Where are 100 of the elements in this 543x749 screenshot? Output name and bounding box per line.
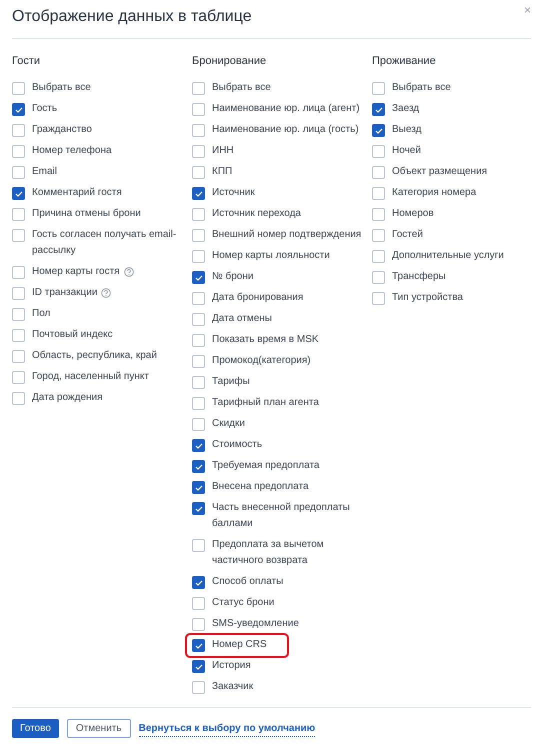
checkbox[interactable] bbox=[12, 287, 25, 300]
option-label: Наименование юр. лица (агент) bbox=[212, 102, 360, 116]
check-icon bbox=[194, 274, 202, 280]
check-icon bbox=[374, 106, 382, 112]
checkbox[interactable] bbox=[192, 539, 205, 552]
checkbox[interactable] bbox=[192, 576, 205, 589]
checkbox[interactable] bbox=[192, 597, 205, 610]
option-label: Выбрать все bbox=[392, 81, 451, 95]
reset-link[interactable]: Вернуться к выбору по умолчанию bbox=[138, 720, 316, 736]
checkbox[interactable] bbox=[12, 145, 25, 158]
option-label: Предоплата за вычетом частичного возврата bbox=[212, 538, 325, 568]
option-label: Скидки bbox=[212, 417, 245, 431]
checkbox[interactable] bbox=[372, 124, 385, 137]
option-label: Дополнительные услуги bbox=[392, 249, 504, 263]
checkbox[interactable] bbox=[372, 82, 385, 95]
option-label: Дата отмены bbox=[212, 312, 272, 326]
check-icon bbox=[194, 580, 202, 586]
done-button[interactable]: Готово bbox=[12, 719, 59, 738]
checkbox[interactable] bbox=[12, 329, 25, 342]
cancel-button[interactable]: Отменить bbox=[66, 719, 131, 738]
check-icon bbox=[194, 484, 202, 490]
option-label: Тарифный план агента bbox=[212, 396, 319, 410]
option-label: Наименование юр. лица (гость) bbox=[212, 123, 359, 137]
option-label: Дата рождения bbox=[32, 391, 103, 405]
option-label: Заезд bbox=[392, 102, 420, 116]
checkbox[interactable] bbox=[372, 187, 385, 200]
checkbox[interactable] bbox=[372, 103, 385, 116]
checkbox[interactable] bbox=[12, 124, 25, 137]
option-label: Почтовый индекс bbox=[32, 328, 113, 342]
checkbox[interactable] bbox=[12, 103, 25, 116]
option-label: ID транзакции bbox=[32, 286, 98, 300]
checkbox[interactable] bbox=[12, 187, 25, 200]
checkbox[interactable] bbox=[192, 124, 205, 137]
checkbox[interactable] bbox=[372, 250, 385, 263]
option-label: КПП bbox=[212, 165, 232, 179]
column-heading: Бронирование bbox=[192, 54, 268, 69]
checkbox[interactable] bbox=[192, 145, 205, 158]
option-label: Номер карты гостя bbox=[32, 265, 120, 279]
checkbox[interactable] bbox=[372, 271, 385, 284]
checkbox[interactable] bbox=[192, 355, 205, 368]
checkbox[interactable] bbox=[192, 397, 205, 410]
checkbox[interactable] bbox=[372, 208, 385, 221]
checkbox[interactable] bbox=[192, 313, 205, 326]
checkbox[interactable] bbox=[372, 292, 385, 305]
checkbox[interactable] bbox=[12, 266, 25, 279]
option-label: Категория номера bbox=[392, 186, 476, 200]
checkbox[interactable] bbox=[192, 208, 205, 221]
option-label: Номеров bbox=[392, 207, 434, 221]
checkbox[interactable] bbox=[192, 418, 205, 431]
option-label: Стоимость bbox=[212, 438, 262, 452]
checkbox[interactable] bbox=[192, 660, 205, 673]
option-label: Область, республика, край bbox=[32, 349, 157, 363]
checkbox[interactable] bbox=[192, 481, 205, 494]
option-label: Гость согласен получать email-рассылку bbox=[32, 228, 178, 258]
option-label: Пол bbox=[32, 307, 50, 321]
checkbox[interactable] bbox=[372, 229, 385, 242]
checkbox[interactable] bbox=[192, 229, 205, 242]
checkbox[interactable] bbox=[192, 292, 205, 305]
checkbox[interactable] bbox=[192, 334, 205, 347]
option-label: Способ оплаты bbox=[212, 575, 284, 589]
checkbox[interactable] bbox=[192, 103, 205, 116]
checkbox[interactable] bbox=[192, 618, 205, 631]
help-icon[interactable] bbox=[124, 267, 134, 277]
checkbox[interactable] bbox=[192, 376, 205, 389]
option-label: Показать время в MSK bbox=[212, 333, 319, 347]
option-label: Номер CRS bbox=[212, 638, 267, 652]
checkbox[interactable] bbox=[12, 166, 25, 179]
checkbox[interactable] bbox=[192, 639, 205, 652]
option-label: Промокод(категория) bbox=[212, 354, 311, 368]
checkbox[interactable] bbox=[192, 82, 205, 95]
checkbox[interactable] bbox=[12, 308, 25, 321]
help-icon[interactable] bbox=[101, 288, 112, 298]
option-label: Комментарий гостя bbox=[32, 186, 122, 200]
option-label: Внешний номер подтверждения bbox=[212, 228, 362, 242]
option-label: Внесена предоплата bbox=[212, 480, 309, 494]
option-label: Трансферы bbox=[392, 270, 446, 284]
check-icon bbox=[14, 190, 22, 196]
checkbox[interactable] bbox=[12, 371, 25, 384]
option-label: Тарифы bbox=[212, 375, 250, 389]
checkbox[interactable] bbox=[12, 392, 25, 405]
option-label: ИНН bbox=[212, 144, 234, 158]
checkbox[interactable] bbox=[12, 208, 25, 221]
checkbox[interactable] bbox=[12, 229, 25, 242]
checkbox[interactable] bbox=[192, 187, 205, 200]
checkbox[interactable] bbox=[12, 82, 25, 95]
option-label: № брони bbox=[212, 270, 254, 284]
option-label: Требуемая предоплата bbox=[212, 459, 320, 473]
checkbox[interactable] bbox=[192, 250, 205, 263]
option-label: Гражданство bbox=[32, 123, 92, 137]
checkbox[interactable] bbox=[192, 460, 205, 473]
checkbox[interactable] bbox=[192, 502, 205, 515]
option-label: Заказчик bbox=[212, 680, 254, 694]
checkbox[interactable] bbox=[12, 350, 25, 363]
checkbox[interactable] bbox=[372, 166, 385, 179]
checkbox[interactable] bbox=[192, 681, 205, 694]
option-label: SMS-уведомление bbox=[212, 617, 299, 631]
checkbox[interactable] bbox=[192, 271, 205, 284]
checkbox[interactable] bbox=[192, 166, 205, 179]
checkbox[interactable] bbox=[192, 439, 205, 452]
checkbox[interactable] bbox=[372, 145, 385, 158]
